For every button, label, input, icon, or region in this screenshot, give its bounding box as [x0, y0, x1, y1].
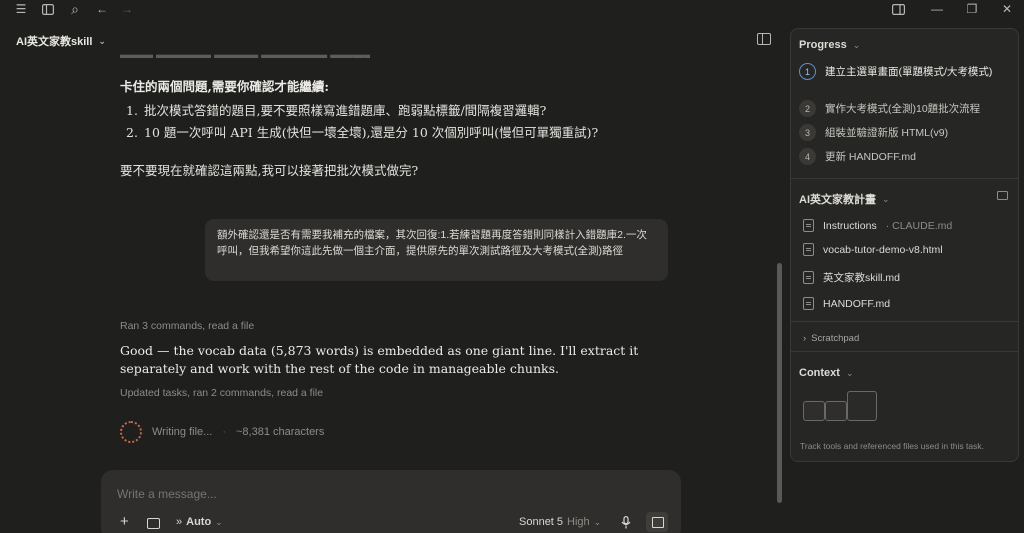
progress-header[interactable]: Progress ⌄: [799, 39, 860, 51]
task-text: 實作大考模式(全測)10題批次流程: [825, 103, 981, 115]
file-name: 英文家教skill.md: [823, 272, 901, 284]
writing-label: Writing file...: [152, 426, 213, 438]
question-footer: 要不要現在就確認這兩點,我可以接著把批次模式做完?: [120, 163, 419, 178]
minimize-icon[interactable]: —: [930, 2, 944, 16]
sidebar-icon[interactable]: [41, 2, 55, 16]
task-text: 更新 HANDOFF.md: [825, 151, 917, 163]
file-item[interactable]: Instructions · CLAUDE.md: [803, 219, 952, 232]
chevron-down-icon: ⌄: [98, 35, 106, 46]
question-heading: 卡住的兩個問題,需要你確認才能繼續:: [120, 79, 329, 94]
scratchpad-label: Scratchpad: [811, 333, 860, 344]
conversation-title-label: AI英文家教skill: [16, 36, 93, 48]
task-number: 2: [799, 100, 816, 117]
list-number: 1.: [126, 103, 138, 118]
chevron-down-icon: ⌄: [852, 39, 861, 50]
context-header[interactable]: Context ⌄: [799, 367, 854, 379]
message-composer: + » Auto ⌄ Sonnet 5 High ⌄: [101, 470, 681, 533]
close-icon[interactable]: ✕: [1000, 2, 1014, 16]
divider: [791, 321, 1018, 322]
html-file-icon: [803, 243, 814, 256]
chevron-right-icon: ›: [803, 333, 807, 344]
side-panel-toggle-icon[interactable]: [757, 33, 771, 45]
activity-summary[interactable]: Ran 3 commands, read a file: [120, 320, 254, 332]
progress-title: Progress: [799, 39, 847, 51]
file-detail: · CLAUDE.md: [885, 219, 953, 232]
top-bar: ☰ ⌕ ← → — ❐ ✕: [0, 0, 1024, 18]
project-header[interactable]: AI英文家教計畫 ⌄: [799, 191, 890, 207]
scratchpad-toggle[interactable]: › Scratchpad: [803, 333, 859, 344]
chevron-down-icon: ⌄: [593, 516, 602, 527]
list-text: 批次模式答錯的題目,要不要照樣寫進錯題庫、跑弱點標籤/間隔複習邏輯?: [144, 103, 547, 118]
file-name: Instructions: [823, 219, 877, 232]
context-title: Context: [799, 367, 840, 379]
loading-spinner-icon: [120, 421, 142, 443]
effort-level: High: [567, 516, 590, 528]
forward-icon[interactable]: →: [120, 2, 134, 16]
task-item: 1 建立主選單畫面(單題模式/大考模式): [799, 63, 995, 80]
list-text: 10 題一次呼叫 API 生成(快但一壞全壞),還是分 10 次個別呼叫(慢但可…: [144, 125, 599, 140]
context-note: Track tools and referenced files used in…: [800, 441, 984, 451]
microphone-icon[interactable]: [621, 516, 631, 529]
message-input[interactable]: [117, 487, 517, 501]
folder-icon[interactable]: [997, 191, 1008, 200]
divider: [791, 178, 1018, 179]
conversation-title[interactable]: AI英文家教skill ⌄: [16, 33, 106, 49]
context-card: [825, 401, 847, 421]
auto-mode-button[interactable]: » Auto ⌄: [176, 516, 223, 528]
separator: ·: [222, 426, 226, 438]
menu-icon[interactable]: ☰: [14, 2, 28, 16]
model-selector[interactable]: Sonnet 5 High ⌄: [519, 516, 601, 528]
chevron-down-icon: ⌄: [845, 367, 854, 378]
context-card: [803, 401, 825, 421]
divider: [791, 351, 1018, 352]
task-text: 建立主選單畫面(單題模式/大考模式): [825, 66, 993, 78]
file-item[interactable]: HANDOFF.md: [803, 297, 890, 310]
task-number: 1: [799, 63, 816, 80]
list-number: 2.: [126, 125, 138, 140]
project-title: AI英文家教計畫: [799, 194, 876, 206]
panel-toggle-button[interactable]: [646, 512, 668, 532]
chevron-down-icon: ⌄: [882, 193, 890, 204]
context-card: [847, 391, 877, 421]
file-name: vocab-tutor-demo-v8.html: [823, 243, 943, 256]
split-view-icon[interactable]: [891, 2, 905, 16]
chat-scrollbar[interactable]: [777, 263, 782, 503]
markdown-file-icon: [803, 271, 814, 284]
task-number: 3: [799, 124, 816, 141]
file-item[interactable]: 英文家教skill.md: [803, 270, 900, 285]
question-list: 1. 批次模式答錯的題目,要不要照樣寫進錯題庫、跑弱點標籤/間隔複習邏輯? 2.…: [126, 102, 598, 146]
markdown-file-icon: [803, 297, 814, 310]
user-message: 額外確認還是否有需要我補充的檔案，其次回復:1.若練習題再度答錯則同樣計入錯題庫…: [205, 219, 668, 281]
task-text: 組裝並驗證新版 HTML(v9): [825, 127, 949, 139]
app-window: ☰ ⌕ ← → — ❐ ✕ AI英文家教skill ⌄ ▬▬▬ ▬▬▬▬▬ ▬▬…: [0, 0, 1024, 533]
character-count: ~8,381 characters: [235, 426, 325, 438]
activity-summary[interactable]: Updated tasks, ran 2 commands, read a fi…: [120, 387, 323, 399]
folder-icon[interactable]: [147, 518, 160, 529]
chevron-down-icon: ⌄: [215, 516, 223, 527]
search-icon[interactable]: ⌕: [68, 2, 82, 16]
list-item: 1. 批次模式答錯的題目,要不要照樣寫進錯題庫、跑弱點標籤/間隔複習邏輯?: [126, 102, 598, 124]
file-item[interactable]: vocab-tutor-demo-v8.html: [803, 243, 943, 256]
right-sidebar: Progress ⌄ 1 建立主選單畫面(單題模式/大考模式) 2 實作大考模式…: [790, 28, 1019, 462]
task-item: 2 實作大考模式(全測)10題批次流程: [799, 100, 995, 117]
assistant-answer: Good — the vocab data (5,873 words) is e…: [120, 343, 639, 376]
task-item: 3 組裝並驗證新版 HTML(v9): [799, 124, 995, 141]
task-item: 4 更新 HANDOFF.md: [799, 148, 995, 165]
back-icon[interactable]: ←: [95, 2, 109, 16]
model-name: Sonnet 5: [519, 516, 564, 528]
restore-icon[interactable]: ❐: [965, 2, 979, 16]
task-number: 4: [799, 148, 816, 165]
auto-label: Auto: [186, 516, 212, 528]
add-attachment-button[interactable]: +: [120, 513, 129, 530]
writing-status: Writing file... · ~8,381 characters: [120, 421, 324, 443]
document-icon: [803, 219, 814, 232]
fast-forward-icon: »: [176, 516, 183, 528]
context-illustration: [803, 391, 879, 429]
file-name: HANDOFF.md: [823, 297, 891, 310]
faded-previous-line: ▬▬▬ ▬▬▬▬▬ ▬▬▬▬ ▬▬▬▬▬▬ ▬▬▬▬▬ ▬▬▬: [120, 50, 370, 60]
list-item: 2. 10 題一次呼叫 API 生成(快但一壞全壞),還是分 10 次個別呼叫(…: [126, 124, 598, 146]
